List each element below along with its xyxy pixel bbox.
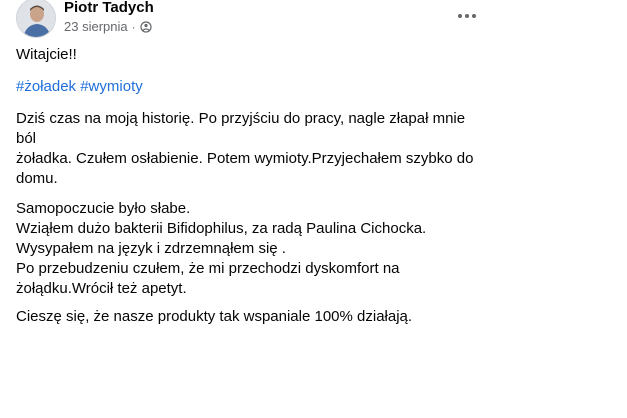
avatar[interactable] <box>16 0 56 38</box>
more-dot <box>458 14 462 18</box>
text-line: Wysypałem na język i zdrzemnąłem się . <box>16 240 286 257</box>
author-name[interactable]: Piotr Tadych <box>64 0 154 16</box>
post-story: Dziś czas na moją historię. Po przyjściu… <box>16 109 486 189</box>
post-closing: Cieszę się, że nasze produkty tak wspani… <box>16 308 413 325</box>
post-feeling: Samopoczucie było słabe. Wziąłem dużo bak… <box>16 199 486 299</box>
text-line: Dziś czas na moją historię. Po przyjściu… <box>16 110 466 147</box>
hashtag-link[interactable]: #wymioty <box>80 78 143 95</box>
text-line: żoładka. Czułem osłabienie. Potem wymiot… <box>16 150 474 167</box>
more-dot <box>472 14 476 18</box>
more-options-icon[interactable] <box>450 2 484 30</box>
text-line: Po przebudzeniu czułem, że mi przechodzi… <box>16 260 400 277</box>
globe-icon[interactable] <box>140 20 152 33</box>
post-greeting: Witajcie!! <box>16 46 77 63</box>
more-dot <box>465 14 469 18</box>
text-line: Wziąłem dużo bakterii Bifidophilus, za r… <box>16 220 427 237</box>
post-hashtags: #żoładek #wymioty <box>16 77 486 97</box>
hashtag-link[interactable]: #żoładek <box>16 78 76 95</box>
facebook-post: Piotr Tadych 23 sierpnia · Witajcie!! #ż… <box>0 0 627 418</box>
meta-separator: · <box>131 19 136 34</box>
post-body: Witajcie!! #żoładek #wymioty Dziś czas n… <box>16 45 486 327</box>
avatar-photo <box>17 0 55 37</box>
text-line: żołądku.Wrócił też apetyt. <box>16 280 187 297</box>
post-meta: 23 sierpnia · <box>64 19 152 34</box>
text-line: domu. <box>16 170 58 187</box>
text-line: Samopoczucie było słabe. <box>16 200 191 217</box>
post-date[interactable]: 23 sierpnia <box>64 19 128 34</box>
